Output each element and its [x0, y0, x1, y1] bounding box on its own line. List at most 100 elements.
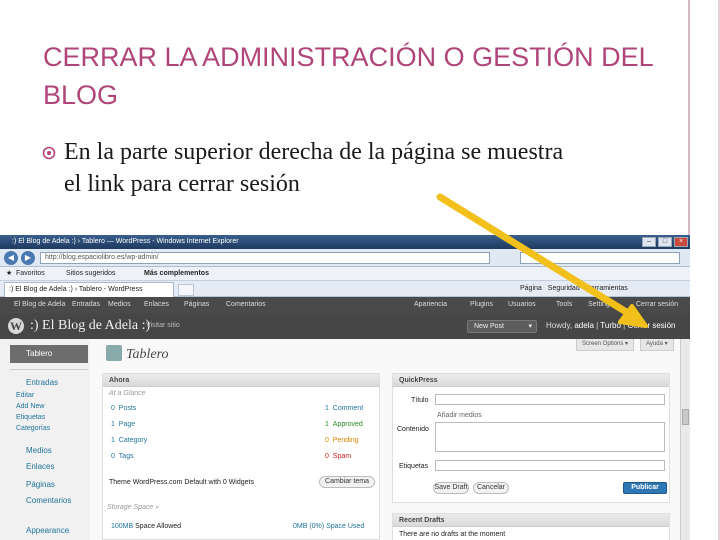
minimize-icon[interactable]: –	[642, 237, 656, 247]
user-name-link[interactable]: adela	[574, 321, 594, 330]
storage-used: 0MB (0%) Space Used	[293, 523, 365, 530]
right-now-widget: Ahora At a Glance 0 Posts 1 Page 1 Categ…	[102, 373, 380, 540]
stat-tags[interactable]: 0 Tags	[111, 452, 134, 462]
user-greeting: Howdy, adela | Turbo | Cerrar sesión	[546, 321, 675, 330]
title-input[interactable]	[435, 394, 665, 405]
wordpress-logo-icon: W	[8, 318, 24, 334]
stat-pending[interactable]: 0 Pending	[325, 436, 359, 446]
turbo-link[interactable]: Turbo	[600, 321, 621, 330]
stat-categories[interactable]: 1 Category	[111, 436, 147, 446]
wp-header: W :) El Blog de Adela :) Visitar sitio N…	[0, 313, 690, 339]
adminbar-logout[interactable]: Cerrar sesión	[636, 297, 678, 313]
close-icon[interactable]: ×	[674, 237, 688, 247]
adminbar-comments[interactable]: Comentarios	[226, 297, 266, 313]
command-page[interactable]: Página	[520, 281, 542, 297]
forward-icon[interactable]: ▶	[21, 251, 35, 265]
menu-pages[interactable]: Páginas	[10, 479, 88, 491]
menu-posts-categories[interactable]: Categorías	[16, 424, 50, 434]
save-draft-button[interactable]: Save Draft	[433, 482, 469, 494]
stat-approved[interactable]: 1 Approved	[325, 420, 363, 430]
right-now-subtitle: At a Glance	[109, 390, 146, 397]
addons-link[interactable]: Más complementos	[144, 267, 209, 281]
logout-link[interactable]: Cerrar sesión	[627, 321, 675, 330]
right-now-title[interactable]: Ahora	[103, 374, 379, 387]
favorites-bar: ★ Favoritos Sitios sugeridos Más complem…	[0, 267, 690, 281]
stat-spam[interactable]: 0 Spam	[325, 452, 351, 462]
command-security[interactable]: Seguridad	[548, 281, 580, 297]
add-media-label[interactable]: Añadir medios	[437, 411, 482, 421]
blog-name[interactable]: :) El Blog de Adela :)	[30, 317, 150, 335]
stat-pages[interactable]: 1 Page	[111, 420, 135, 430]
browser-screenshot: :) El Blog de Adela :) › Tablero — WordP…	[0, 235, 690, 540]
adminbar-users[interactable]: Usuarios	[508, 297, 536, 313]
bullet-icon	[42, 146, 56, 160]
browser-titlebar: :) El Blog de Adela :) › Tablero — WordP…	[0, 235, 690, 249]
adminbar-appearance[interactable]: Apariencia	[414, 297, 447, 313]
menu-posts[interactable]: Entradas	[10, 377, 88, 389]
menu-separator	[10, 369, 88, 370]
change-theme-button[interactable]: Cambiar tema	[319, 476, 375, 488]
suggested-sites-link[interactable]: Sitios sugeridos	[66, 267, 115, 281]
adminbar-settings[interactable]: Settings	[588, 297, 613, 313]
menu-media[interactable]: Medios	[10, 445, 88, 457]
content-textarea[interactable]	[435, 422, 665, 452]
browser-tab[interactable]: :) El Blog de Adela :) › Tablero - WordP…	[4, 282, 174, 297]
back-icon[interactable]: ◀	[4, 251, 18, 265]
wp-admin-bar: El Blog de Adela Entradas Medios Enlaces…	[0, 297, 690, 313]
menu-posts-add-new[interactable]: Add New	[16, 402, 44, 412]
command-bar: Página Seguridad Herramientas	[520, 281, 628, 297]
adminbar-tools[interactable]: Tools	[556, 297, 572, 313]
scrollbar-thumb[interactable]	[682, 409, 689, 425]
screen-options-button[interactable]: Screen Options ▾	[576, 339, 635, 351]
menu-links[interactable]: Enlaces	[10, 461, 88, 473]
url-input[interactable]: http://blog.espaciolibro.es/wp-admin/	[40, 252, 490, 264]
recent-drafts-empty: There are no drafts at the moment	[399, 531, 506, 538]
menu-posts-edit[interactable]: Editar	[16, 391, 34, 401]
greeting-separator-2: |	[623, 321, 626, 330]
maximize-icon[interactable]: □	[658, 237, 672, 247]
howdy-prefix: Howdy,	[546, 321, 573, 330]
recent-drafts-widget: Recent Drafts There are no drafts at the…	[392, 513, 670, 540]
menu-appearance[interactable]: Appearance	[10, 525, 88, 537]
visit-site-link[interactable]: Visitar sitio	[146, 322, 180, 329]
new-tab-button[interactable]	[178, 284, 194, 296]
adminbar-blog[interactable]: El Blog de Adela	[14, 297, 65, 313]
page-scrollbar[interactable]	[680, 339, 690, 540]
adminbar-plugins[interactable]: Plugins	[470, 297, 493, 313]
wp-main-content: Screen Options ▾ Ayuda ▾ Tablero Ahora A…	[90, 339, 690, 540]
title-label: Título	[411, 397, 429, 404]
quickpress-widget: QuickPress Título Añadir medios Contenid…	[392, 373, 670, 503]
favorites-star-icon[interactable]: ★	[6, 267, 12, 281]
menu-dashboard-label: Tablero	[26, 349, 53, 358]
stat-comments[interactable]: 1 Comment	[325, 404, 363, 414]
cancel-button[interactable]: Cancelar	[473, 482, 509, 494]
search-input[interactable]	[520, 252, 680, 264]
address-bar: ◀ ▶ http://blog.espaciolibro.es/wp-admin…	[0, 249, 690, 267]
bullet-line-1: En la parte superior derecha de la págin…	[64, 139, 564, 165]
storage-title[interactable]: Storage Space »	[107, 504, 159, 511]
adminbar-posts[interactable]: Entradas	[72, 297, 100, 313]
window-title: :) El Blog de Adela :) › Tablero — WordP…	[12, 238, 239, 245]
publish-button[interactable]: Publicar	[623, 482, 667, 494]
help-button[interactable]: Ayuda ▾	[640, 339, 674, 351]
recent-drafts-title[interactable]: Recent Drafts	[393, 514, 669, 527]
chevron-down-icon: ▾	[528, 323, 532, 330]
page-title: Tablero	[126, 347, 169, 362]
menu-posts-tags[interactable]: Etiquetas	[16, 413, 45, 423]
quickpress-title[interactable]: QuickPress	[393, 374, 669, 387]
slide-title: CERRAR LA ADMINISTRACIÓN O GESTIÓN DEL B…	[43, 42, 653, 110]
menu-dashboard[interactable]: Tablero	[10, 345, 88, 363]
favorites-link[interactable]: Favoritos	[16, 267, 45, 281]
slide-bullet: En la parte superior derecha de la págin…	[42, 136, 682, 200]
command-tools[interactable]: Herramientas	[586, 281, 628, 297]
wp-admin-menu: Tablero Entradas Editar Add New Etiqueta…	[0, 339, 90, 540]
tags-label: Etiquetas	[399, 463, 429, 470]
tags-input[interactable]	[435, 460, 665, 471]
adminbar-pages[interactable]: Páginas	[184, 297, 209, 313]
adminbar-links[interactable]: Enlaces	[144, 297, 169, 313]
window-controls: – □ ×	[642, 237, 688, 247]
stat-posts[interactable]: 0 Posts	[111, 404, 136, 414]
new-post-button[interactable]: New Post ▾	[467, 320, 537, 333]
adminbar-media[interactable]: Medios	[108, 297, 131, 313]
menu-comments[interactable]: Comentarios	[10, 495, 88, 507]
